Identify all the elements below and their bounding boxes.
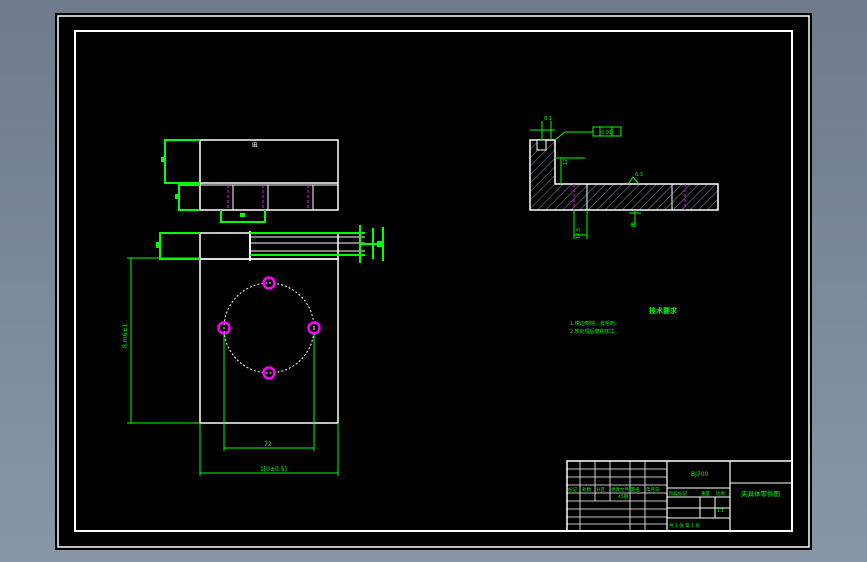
technical-requirements: 技术要求 1.锐边倒钝，去毛刺。 2.热处理后磨削加工。: [570, 306, 678, 335]
dim-height-label: R.m6±1: [122, 323, 129, 348]
dim-inner-width-label: 72: [264, 441, 272, 448]
tb-row-label-2: 处数: [582, 486, 591, 493]
dim-outer-width-label: 1[0±0.5]: [260, 466, 287, 473]
tb-row-label-3: 分区: [596, 486, 605, 493]
svg-text:⊞: ⊞: [252, 141, 258, 149]
hole-bottom: [262, 366, 276, 380]
title-block: 标记 处数 分区 更改文件号 签名 年月日 BJ700 夹具体零件图 阶段标记 …: [566, 460, 793, 532]
drawing-canvas: ⊞ R.m6±1 72 1[0±0.5] 0.1 0.01 12 6.3 12.…: [57, 15, 810, 548]
tb-code: BJ700: [691, 471, 709, 478]
tb-weight-label: 重量: [701, 490, 710, 497]
tb-material: 45钢: [618, 493, 629, 500]
section-dim-top: 0.1: [544, 116, 552, 122]
hole-top: [262, 276, 276, 290]
tb-row-label-5: 签名: [631, 486, 640, 493]
front-view-plate: [199, 258, 339, 424]
tech-req-title: 技术要求: [649, 306, 678, 315]
tb-row-label-1: 标记: [568, 486, 577, 493]
tb-scale-label: 比例: [716, 490, 725, 497]
outer-border: [57, 15, 810, 548]
section-body: [529, 139, 719, 211]
cad-viewport[interactable]: ⊞ R.m6±1 72 1[0±0.5] 0.1 0.01 12 6.3 12.…: [55, 13, 812, 550]
top-view: ⊞: [161, 139, 339, 223]
tb-stage-label: 阶段标记: [669, 490, 687, 497]
section-symbol: ⊕: [630, 221, 636, 229]
front-view: R.m6±1 72 1[0±0.5]: [122, 225, 384, 476]
tech-req-item-1: 1.锐边倒钝，去毛刺。: [570, 320, 620, 327]
inner-frame: [74, 30, 793, 532]
top-view-body: [199, 139, 339, 211]
tb-sheet-info: 共 1 张 第 1 张: [669, 522, 700, 529]
section-tolerance: 0.01: [601, 130, 612, 136]
section-view: 0.1 0.01 12 6.3 12.5 ⊕: [529, 116, 719, 239]
tech-req-item-2: 2.热处理后磨削加工。: [570, 328, 620, 335]
tb-row-label-6: 年月日: [646, 486, 660, 493]
section-dim-depth: 12: [563, 159, 569, 165]
tb-scale: 1:1: [717, 508, 724, 514]
section-surface: 6.3: [635, 172, 643, 178]
bolt-circle: [223, 282, 315, 374]
tb-drawing-name: 夹具体零件图: [741, 489, 780, 498]
section-dim-bottom: 12.5: [576, 228, 582, 239]
